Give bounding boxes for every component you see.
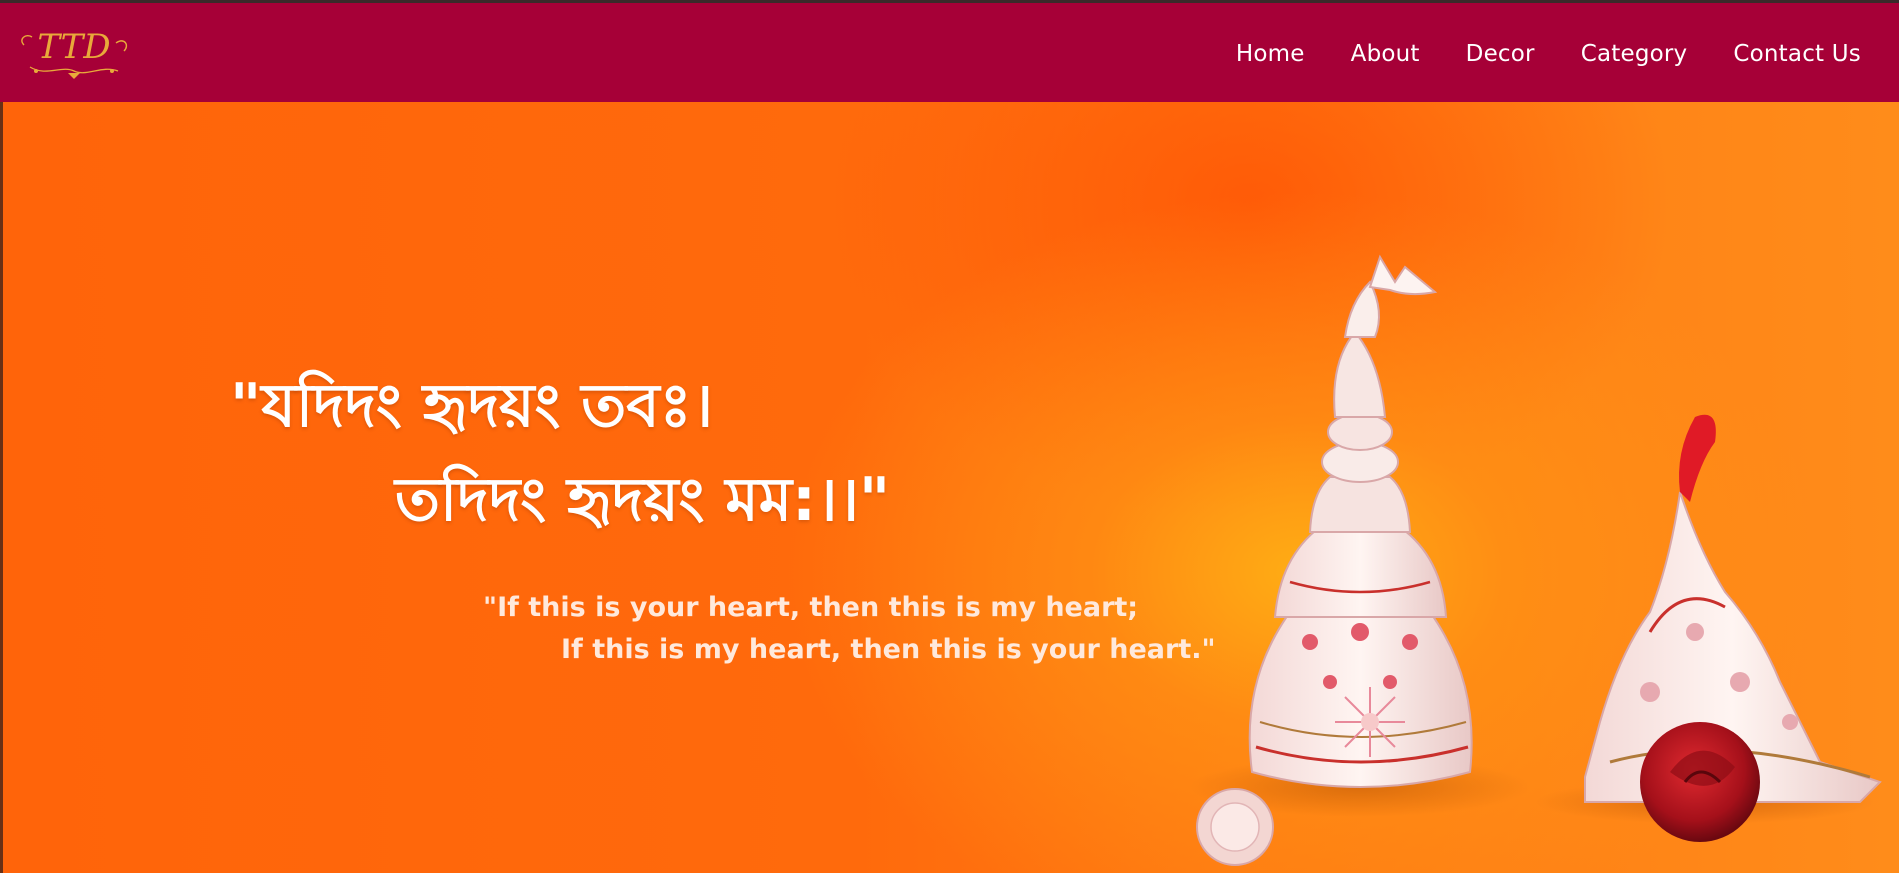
large-mukut-crown <box>1190 254 1530 817</box>
translation-line-2: If this is my heart, then this is your h… <box>561 634 1216 665</box>
page: TTD Home About Decor Category Contact Us… <box>0 0 1899 873</box>
translation-line-1: "If this is your heart, then this is my … <box>483 592 1139 623</box>
nav-home-link[interactable]: Home <box>1236 41 1305 67</box>
hero-left-edge <box>0 102 3 873</box>
hero-banner: "যদিদং হৃদয়ং তবঃ। তদিদং হৃদয়ং মম:।।" "… <box>0 102 1899 873</box>
nav-contact-us-link[interactable]: Contact Us <box>1733 41 1861 67</box>
top-navbar: TTD Home About Decor Category Contact Us <box>0 0 1899 102</box>
sanskrit-verse-line-1: "যদিদং হৃদয়ং তবঃ। <box>230 371 714 441</box>
nav-about-link[interactable]: About <box>1351 41 1420 67</box>
small-shola-flower <box>1196 788 1274 866</box>
logo-text: TTD <box>37 27 110 67</box>
sanskrit-verse-line-2: তদিদং হৃদয়ং মম:।।" <box>395 465 891 535</box>
nav-decor-link[interactable]: Decor <box>1466 41 1535 67</box>
brand-logo[interactable]: TTD <box>16 25 132 83</box>
main-navigation: Home About Decor Category Contact Us <box>1236 3 1861 105</box>
nav-category-link[interactable]: Category <box>1581 41 1688 67</box>
red-rose <box>1640 722 1760 842</box>
shola-crown-decor-image <box>1190 254 1882 866</box>
